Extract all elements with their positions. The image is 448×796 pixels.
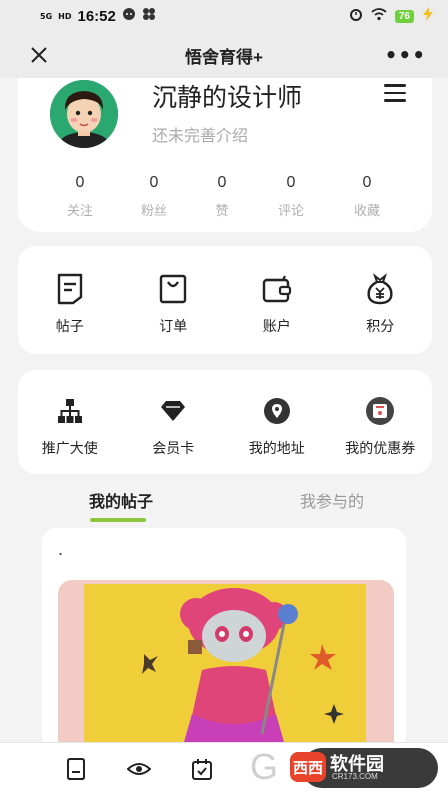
stats-row: 0 关注 0 粉丝 0 赞 0 评论 0 收藏	[18, 174, 432, 219]
menu-item-address[interactable]: 我的地址	[225, 394, 329, 474]
username: 沉静的设计师	[152, 83, 303, 112]
menu-item-orders[interactable]: 订单	[122, 272, 226, 354]
coupon-icon	[363, 394, 397, 428]
post-image[interactable]	[58, 580, 394, 760]
watermark-logo: G 西西 软件园 CR173.COM	[250, 746, 438, 790]
more-menu-button[interactable]: •••	[385, 43, 426, 67]
menu-item-ambassador[interactable]: 推广大使	[18, 394, 122, 474]
profile-card: 沉静的设计师 还未完善介绍 0 关注 0 粉丝 0 赞 0 评论 0 收藏	[18, 78, 432, 232]
quick-menu-card: 帖子 订单 账户 积分	[18, 246, 432, 354]
org-chart-icon	[53, 394, 87, 428]
menu-item-label: 账户	[262, 319, 291, 335]
stat-label: 关注	[66, 204, 93, 219]
diamond-icon	[156, 394, 190, 428]
stat-value: 0	[362, 174, 372, 191]
tab-my-posts[interactable]: 我的帖子	[89, 488, 153, 512]
calendar-check-icon[interactable]	[190, 757, 214, 781]
menu-item-label: 积分	[366, 319, 395, 335]
service-menu-card: 推广大使 会员卡 我的地址 我的优惠券	[18, 370, 432, 474]
hamburger-menu-icon[interactable]	[384, 84, 406, 102]
menu-item-label: 推广大使	[41, 441, 98, 457]
nav-bar: 悟舍育得+ •••	[0, 32, 448, 78]
stat-label: 粉丝	[140, 204, 167, 219]
clock: 16:52	[77, 7, 116, 25]
close-icon[interactable]	[26, 42, 52, 68]
stat-value: 0	[149, 174, 159, 191]
network-label: 5G	[40, 11, 53, 21]
stat-value: 0	[286, 174, 296, 191]
stat-label: 收藏	[353, 204, 380, 219]
money-bag-icon	[363, 272, 397, 306]
menu-item-label: 我的优惠券	[345, 441, 416, 457]
menu-item-membership[interactable]: 会员卡	[122, 394, 226, 474]
stat-label: 赞	[215, 204, 229, 219]
status-bar: 5G HD 16:52 76	[0, 0, 448, 32]
stat-likes[interactable]: 0 赞	[186, 174, 258, 219]
post-tabs: 我的帖子 我参与的	[0, 488, 448, 528]
alarm-icon	[349, 7, 363, 25]
watermark-logo-mark: 西西	[290, 752, 326, 782]
post-icon	[53, 272, 87, 306]
profile-bio[interactable]: 还未完善介绍	[152, 122, 248, 146]
watermark-g-glyph: G	[250, 746, 279, 787]
stat-label: 评论	[277, 204, 304, 219]
page-title: 悟舍育得+	[185, 47, 263, 67]
app-notification-icon	[142, 7, 156, 25]
menu-item-account[interactable]: 账户	[225, 272, 329, 354]
eye-icon[interactable]	[126, 757, 152, 781]
stat-following[interactable]: 0 关注	[44, 174, 116, 219]
post-card[interactable]: .	[42, 528, 406, 760]
tab-participated[interactable]: 我参与的	[300, 488, 364, 512]
stat-value: 0	[75, 174, 85, 191]
menu-item-points[interactable]: 积分	[329, 272, 433, 354]
hd-badge: HD	[58, 11, 72, 21]
stat-followers[interactable]: 0 粉丝	[118, 174, 190, 219]
menu-item-label: 我的地址	[248, 441, 305, 457]
home-icon[interactable]	[64, 757, 88, 781]
charging-icon	[422, 7, 434, 25]
menu-item-label: 订单	[159, 319, 188, 335]
chat-notification-icon	[122, 7, 136, 25]
shopping-bag-icon	[156, 272, 190, 306]
menu-item-posts[interactable]: 帖子	[18, 272, 122, 354]
menu-item-label: 会员卡	[152, 441, 195, 457]
wifi-icon	[371, 7, 387, 25]
menu-item-label: 帖子	[55, 319, 84, 335]
stat-comments[interactable]: 0 评论	[255, 174, 327, 219]
menu-item-coupons[interactable]: 我的优惠券	[329, 394, 433, 474]
stat-favorites[interactable]: 0 收藏	[331, 174, 403, 219]
active-tab-indicator	[90, 518, 146, 522]
location-pin-icon	[260, 394, 294, 428]
watermark-domain: CR173.COM	[332, 772, 378, 781]
stat-value: 0	[217, 174, 227, 191]
wallet-icon	[260, 272, 294, 306]
avatar[interactable]	[50, 80, 118, 148]
post-text: .	[58, 540, 64, 559]
battery-level: 76	[394, 9, 414, 23]
